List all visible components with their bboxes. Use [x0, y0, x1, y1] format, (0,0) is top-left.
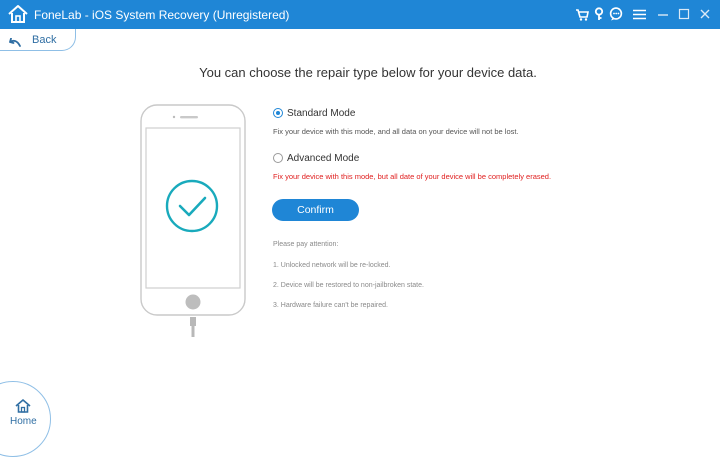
window-title: FoneLab - iOS System Recovery (Unregiste…	[34, 8, 290, 22]
page-heading: You can choose the repair type below for…	[199, 65, 537, 80]
key-icon[interactable]	[591, 6, 607, 22]
attention-title: Please pay attention:	[273, 241, 339, 248]
attention-item-3: 3. Hardware failure can't be repaired.	[273, 302, 388, 309]
back-arrow-icon	[7, 35, 21, 53]
title-bar: FoneLab - iOS System Recovery (Unregiste…	[0, 0, 720, 29]
cable-icon	[190, 317, 196, 337]
close-icon[interactable]	[697, 6, 713, 22]
back-button[interactable]: Back	[0, 29, 76, 51]
home-label[interactable]: Home	[10, 416, 37, 427]
app-home-icon	[7, 4, 29, 24]
back-label: Back	[32, 34, 57, 46]
minimize-icon[interactable]	[655, 6, 671, 22]
standard-mode-label: Standard Mode	[287, 107, 356, 119]
phone-illustration	[140, 104, 246, 316]
advanced-mode-warning: Fix your device with this mode, but all …	[273, 172, 552, 181]
cart-icon[interactable]	[574, 6, 590, 22]
attention-item-2: 2. Device will be restored to non-jailbr…	[273, 282, 424, 289]
standard-mode-option[interactable]: Standard Mode	[273, 106, 355, 120]
advanced-mode-option[interactable]: Advanced Mode	[273, 151, 359, 165]
advanced-mode-radio[interactable]	[273, 153, 283, 163]
attention-item-1: 1. Unlocked network will be re-locked.	[273, 262, 391, 269]
chat-icon[interactable]	[608, 6, 624, 22]
standard-mode-description: Fix your device with this mode, and all …	[273, 127, 519, 136]
maximize-icon[interactable]	[676, 6, 692, 22]
advanced-mode-label: Advanced Mode	[287, 152, 360, 164]
confirm-button[interactable]: Confirm	[272, 199, 359, 221]
menu-icon[interactable]	[631, 6, 647, 22]
standard-mode-radio[interactable]	[273, 108, 283, 118]
